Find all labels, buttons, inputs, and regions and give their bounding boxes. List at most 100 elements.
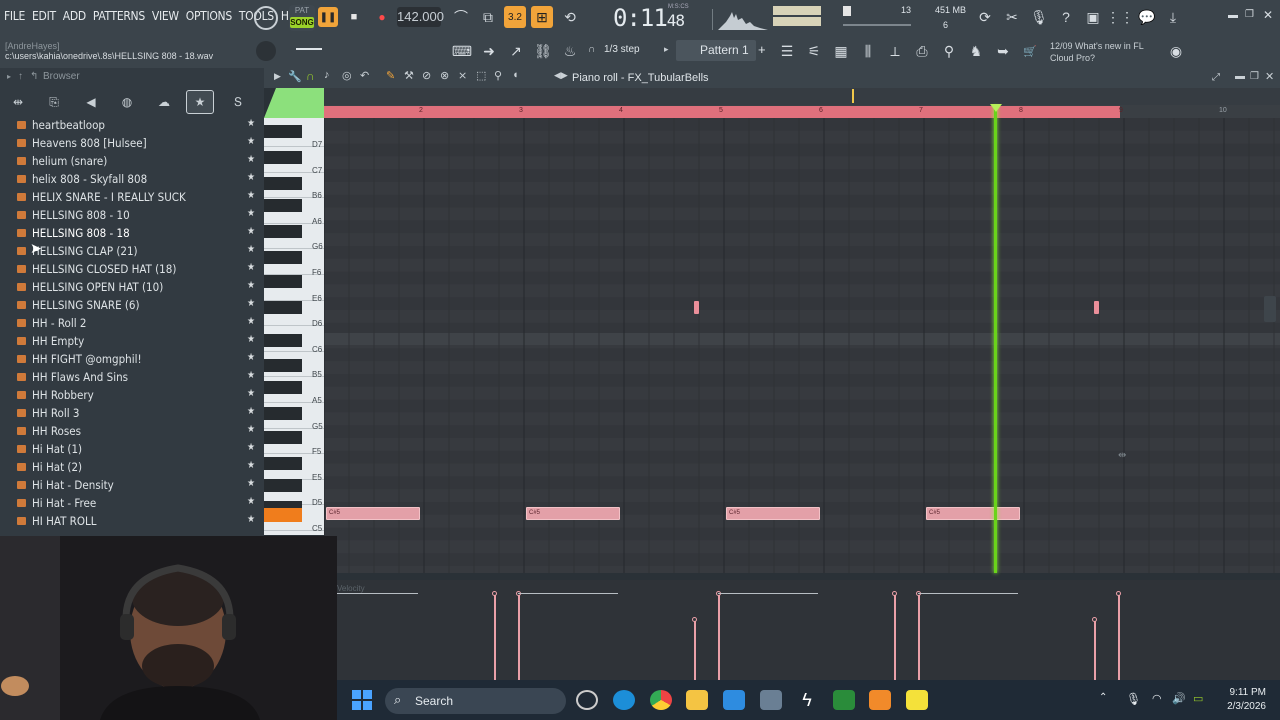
app-green-icon[interactable] xyxy=(833,690,855,710)
favorite-star-icon[interactable]: ★ xyxy=(247,424,255,435)
microphone-icon[interactable]: 🎙 xyxy=(1028,6,1050,28)
app-icon-1[interactable] xyxy=(576,690,598,710)
cut-tools-icon[interactable]: ✂ xyxy=(1001,6,1023,28)
velocity-handle[interactable] xyxy=(1092,617,1097,622)
photos-icon[interactable] xyxy=(723,690,745,710)
menu-view[interactable]: VIEW xyxy=(152,9,179,23)
black-key[interactable] xyxy=(264,275,302,288)
playhead-marker[interactable] xyxy=(990,104,1002,112)
edge-icon[interactable] xyxy=(613,690,635,710)
magnet-icon[interactable]: ∩ xyxy=(588,44,595,55)
piano-keyboard[interactable]: D7 C7 B6 A6 G6 F6 E6 D6 C6 B5 A5 G5 F5 E5 D5 C5 xyxy=(264,118,324,535)
stop-button[interactable]: ■ xyxy=(344,7,364,27)
favorite-star-icon[interactable]: ★ xyxy=(247,118,255,129)
calculator-icon[interactable] xyxy=(760,690,782,710)
pr-record-icon[interactable]: ◎ xyxy=(342,69,352,82)
favorite-star-icon[interactable]: ★ xyxy=(247,316,255,327)
browser-speaker-icon[interactable]: ◀ xyxy=(77,90,105,114)
browser-item[interactable]: Heavens 808 [Hulsee] ★ xyxy=(0,134,264,152)
master-volume-knob[interactable] xyxy=(254,6,278,30)
slice-icon[interactable]: ⨯ xyxy=(458,69,467,82)
velocity-stem[interactable] xyxy=(918,594,920,680)
favorite-star-icon[interactable]: ★ xyxy=(247,244,255,255)
velocity-stem[interactable] xyxy=(494,594,496,680)
pat-song-toggle[interactable]: PAT SONG xyxy=(289,5,315,31)
velocity-stem[interactable] xyxy=(518,594,520,680)
browser-favorites-icon[interactable]: ★ xyxy=(186,90,214,114)
browser-item[interactable]: HH - Roll 2 ★ xyxy=(0,314,264,332)
tray-expand-icon[interactable]: ⌃ xyxy=(1099,692,1107,703)
browser-item[interactable]: Hi Hat (2) ★ xyxy=(0,458,264,476)
browser-item[interactable]: HELLSING CLOSED HAT (18) ★ xyxy=(0,260,264,278)
black-key[interactable] xyxy=(264,407,302,420)
velocity-stem[interactable] xyxy=(694,620,696,680)
browser-files-icon[interactable]: ⎘ xyxy=(40,90,68,114)
browser-back-icon[interactable]: ↰ xyxy=(30,71,38,82)
browser-item[interactable]: HELIX SNARE - I REALLY SUCK ★ xyxy=(0,188,264,206)
pr-maximize-icon[interactable]: ❐ xyxy=(1250,71,1259,82)
favorite-star-icon[interactable]: ★ xyxy=(247,406,255,417)
mixer-view-icon[interactable]: ▦ xyxy=(830,40,852,62)
browser-item[interactable]: HELLSING 808 - 10 ★ xyxy=(0,206,264,224)
browser-collapse-icon[interactable]: ⇹ xyxy=(4,90,32,114)
taskbar-search[interactable]: Search xyxy=(385,688,566,714)
clock-tray[interactable]: 9:11 PM 2/3/2026 xyxy=(1222,686,1266,714)
tempo-display[interactable]: 142.000 xyxy=(397,7,444,27)
notes-app-icon[interactable] xyxy=(906,690,928,710)
pencil-icon[interactable]: ✎ xyxy=(386,69,395,82)
help-icon[interactable]: ? xyxy=(1055,6,1077,28)
playhead[interactable] xyxy=(994,106,997,573)
favorite-star-icon[interactable]: ★ xyxy=(247,478,255,489)
browser-item[interactable]: Hi Hat - Density ★ xyxy=(0,476,264,494)
black-key[interactable] xyxy=(264,125,302,138)
favorite-star-icon[interactable]: ★ xyxy=(247,208,255,219)
wifi-icon[interactable]: ◠ xyxy=(1152,692,1162,705)
shop-icon[interactable]: 🛒 xyxy=(1019,40,1041,62)
browser-item[interactable]: HH Roll 3 ★ xyxy=(0,404,264,422)
browser-item[interactable]: helium (snare) ★ xyxy=(0,152,264,170)
mixer-icon[interactable]: ⋮⋮ xyxy=(1106,6,1134,28)
add-pattern-icon[interactable]: + xyxy=(758,42,766,57)
window-close-icon[interactable]: ✕ xyxy=(1263,8,1273,22)
browser-item[interactable]: Hi Hat (1) ★ xyxy=(0,440,264,458)
record-button[interactable]: ● xyxy=(372,7,392,27)
note[interactable]: C#5 xyxy=(526,507,620,520)
black-key[interactable] xyxy=(264,199,302,212)
stamp-icon[interactable]: ♨ xyxy=(559,40,581,62)
browser-up-icon[interactable]: ↑ xyxy=(18,71,23,82)
velocity-stem[interactable] xyxy=(894,594,896,680)
menu-patterns[interactable]: PATTERNS xyxy=(93,9,145,23)
countdown-button[interactable]: 3.2 xyxy=(504,6,526,28)
velocity-stem[interactable] xyxy=(718,594,720,680)
note[interactable]: C#5 xyxy=(726,507,820,520)
chrome-icon[interactable] xyxy=(650,690,672,710)
playback-icon[interactable]: ◖ xyxy=(512,69,519,81)
menu-add[interactable]: ADD xyxy=(63,9,86,23)
brush-icon[interactable]: ⚒ xyxy=(404,69,414,82)
pr-close-icon[interactable]: ✕ xyxy=(1265,70,1274,83)
favorite-star-icon[interactable]: ★ xyxy=(247,370,255,381)
file-explorer-icon[interactable] xyxy=(686,690,708,710)
browser-item[interactable]: HH Flaws And Sins ★ xyxy=(0,368,264,386)
browser-item[interactable]: HELLSING SNARE (6) ★ xyxy=(0,296,264,314)
step-edit-icon[interactable]: ⊞ xyxy=(531,6,553,28)
browser-item[interactable]: helix 808 - Skyfall 808 ★ xyxy=(0,170,264,188)
render-icon[interactable]: ➥ xyxy=(992,40,1014,62)
volume-icon[interactable]: 🔊 xyxy=(1172,692,1186,705)
favorite-star-icon[interactable]: ★ xyxy=(247,334,255,345)
note-marker[interactable] xyxy=(694,301,699,314)
black-key[interactable] xyxy=(264,334,302,347)
favorite-star-icon[interactable]: ★ xyxy=(247,496,255,507)
favorite-star-icon[interactable]: ★ xyxy=(247,136,255,147)
active-key[interactable] xyxy=(264,508,302,522)
master-pitch-slider[interactable] xyxy=(296,48,322,50)
favorite-star-icon[interactable]: ★ xyxy=(247,154,255,165)
favorite-star-icon[interactable]: ★ xyxy=(247,298,255,309)
browser-item[interactable]: HH Robbery ★ xyxy=(0,386,264,404)
favorite-star-icon[interactable]: ★ xyxy=(247,442,255,453)
pr-magnet-icon[interactable]: ∩ xyxy=(306,69,315,83)
zoom-handle[interactable] xyxy=(264,88,324,118)
app-bolt-icon[interactable]: ϟ xyxy=(796,690,818,710)
pr-menu-icon[interactable]: ▶ xyxy=(274,71,281,82)
browser-expand-icon[interactable]: ▸ xyxy=(7,72,11,81)
